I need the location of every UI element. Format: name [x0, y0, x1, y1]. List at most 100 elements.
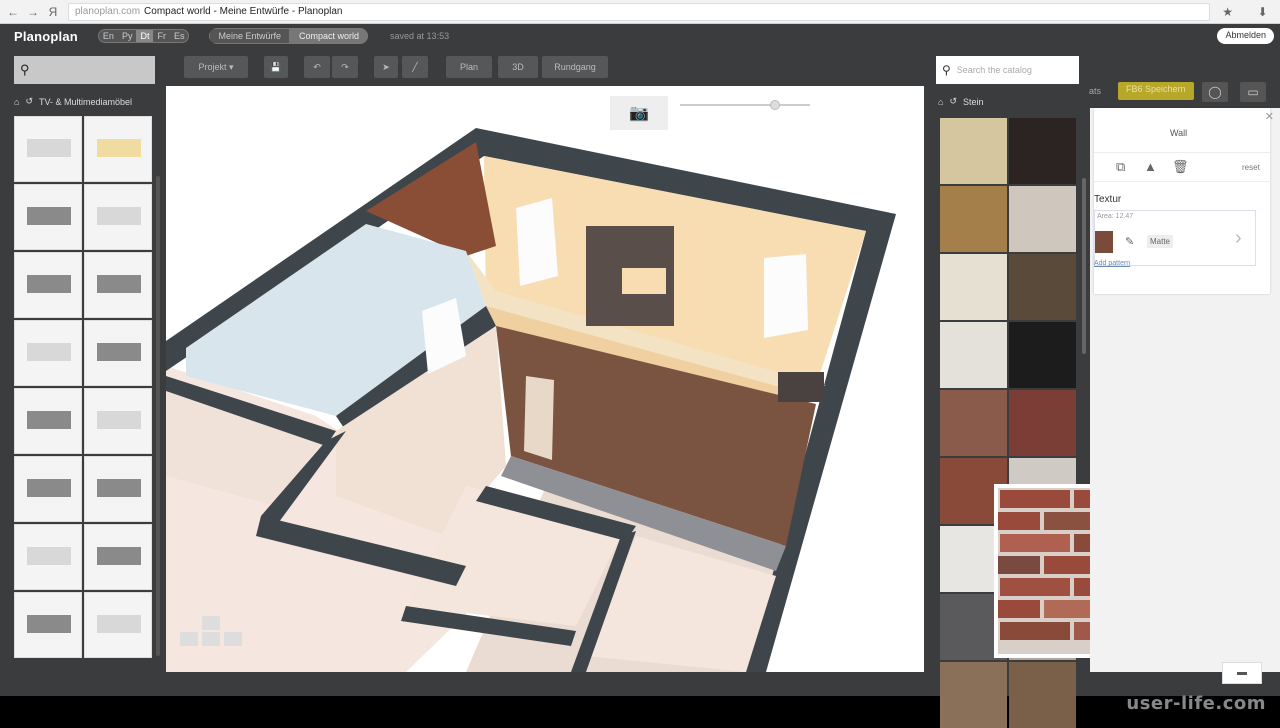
- nav-left-icon[interactable]: [180, 632, 198, 646]
- texture-swatch[interactable]: [940, 662, 1007, 728]
- furniture-item[interactable]: [84, 116, 152, 182]
- nav-right-icon[interactable]: [224, 632, 242, 646]
- furniture-thumbnail: [27, 207, 71, 225]
- nav-up-icon[interactable]: [202, 616, 220, 630]
- properties-close-icon[interactable]: ✕: [1265, 110, 1274, 123]
- texture-swatch[interactable]: [1009, 390, 1076, 456]
- texture-swatch[interactable]: [1009, 118, 1076, 184]
- properties-actions: ⧉ ▲ 🗑 reset: [1094, 152, 1270, 182]
- texture-swatch[interactable]: [940, 322, 1007, 388]
- furniture-item[interactable]: [84, 592, 152, 658]
- furniture-item[interactable]: [14, 456, 82, 522]
- ruler-icon[interactable]: ▬: [1222, 662, 1262, 684]
- plan-view-button[interactable]: Plan: [446, 56, 492, 78]
- project-menu-button[interactable]: Projekt ▾: [184, 56, 248, 78]
- logout-button[interactable]: Abmelden: [1217, 28, 1274, 44]
- redo-icon[interactable]: ↷: [332, 56, 358, 78]
- downloads-icon[interactable]: ⬇: [1258, 5, 1268, 19]
- texture-swatch[interactable]: [1009, 662, 1076, 728]
- save-icon[interactable]: 💾: [264, 56, 288, 78]
- furniture-thumbnail: [97, 139, 141, 157]
- breadcrumb-project[interactable]: Compact world: [290, 28, 368, 44]
- 3d-viewport[interactable]: 📷: [166, 86, 924, 672]
- facebook-save-button[interactable]: FB6 Speichern: [1118, 82, 1194, 100]
- furniture-item[interactable]: [84, 320, 152, 386]
- catalog-scrollbar[interactable]: [1082, 178, 1086, 354]
- delete-icon[interactable]: 🗑: [1172, 159, 1189, 175]
- furniture-item[interactable]: [14, 252, 82, 318]
- bookmark-star-icon[interactable]: ★: [1222, 5, 1233, 19]
- select-tool-icon[interactable]: ➤: [374, 56, 398, 78]
- object-properties-panel: ✕ Wall ⧉ ▲ 🗑 reset Textur Area: 12.47 ✎ …: [1090, 108, 1280, 672]
- fullscreen-icon[interactable]: ▭: [1240, 82, 1266, 102]
- plan-label: Plan: [460, 62, 478, 72]
- catalog-category-header: ⌂ ↺ Stein: [938, 96, 984, 107]
- furniture-item[interactable]: [84, 252, 152, 318]
- add-pattern-link[interactable]: Add pattern: [1094, 260, 1130, 267]
- back-icon[interactable]: ←: [6, 5, 20, 19]
- catalog-search-placeholder: Search the catalog: [957, 65, 1032, 75]
- catalog-back-icon[interactable]: ↺: [949, 96, 957, 107]
- furniture-scrollbar[interactable]: [156, 176, 160, 656]
- texture-swatch[interactable]: [940, 254, 1007, 320]
- chevron-right-icon[interactable]: ›: [1235, 227, 1242, 250]
- texture-swatch[interactable]: [940, 186, 1007, 252]
- furniture-panel: ⌂ ↺ TV- & Multimediamöbel: [0, 86, 166, 672]
- view-3d-button[interactable]: 3D: [498, 56, 538, 78]
- mirror-icon[interactable]: ▲: [1144, 159, 1157, 174]
- lang-fr[interactable]: Fr: [153, 30, 170, 42]
- furniture-thumbnail: [97, 479, 141, 497]
- texture-swatch[interactable]: [940, 390, 1007, 456]
- settings-circle-icon[interactable]: ◯: [1202, 82, 1228, 102]
- lang-ru[interactable]: Py: [118, 30, 137, 42]
- lang-de[interactable]: Dt: [136, 30, 153, 42]
- language-switcher[interactable]: En Py Dt Fr Es: [98, 29, 190, 43]
- texture-swatch[interactable]: [1009, 254, 1076, 320]
- texture-swatch[interactable]: [940, 118, 1007, 184]
- texture-row[interactable]: Area: 12.47 ✎ Matte ›: [1094, 210, 1256, 266]
- reset-button[interactable]: reset: [1242, 163, 1260, 172]
- lang-en[interactable]: En: [99, 30, 118, 42]
- breadcrumb: Meine Entwürfe Compact world: [209, 28, 368, 44]
- draw-wall-icon[interactable]: ╱: [402, 56, 428, 78]
- texture-swatch[interactable]: [1009, 322, 1076, 388]
- furniture-item[interactable]: [14, 116, 82, 182]
- texture-thumbnail[interactable]: [1095, 231, 1113, 253]
- furniture-item[interactable]: [14, 388, 82, 454]
- properties-title: Wall: [1170, 128, 1187, 138]
- catalog-home-icon[interactable]: ⌂: [938, 97, 943, 107]
- app-logo[interactable]: Planoplan: [14, 29, 78, 44]
- furniture-item[interactable]: [84, 184, 152, 250]
- screenshot-camera-button[interactable]: 📷: [610, 96, 668, 130]
- edit-pencil-icon[interactable]: ✎: [1125, 235, 1134, 248]
- furniture-item[interactable]: [84, 524, 152, 590]
- furniture-thumbnail: [27, 615, 71, 633]
- matte-button[interactable]: Matte: [1147, 235, 1173, 248]
- furniture-item[interactable]: [84, 456, 152, 522]
- texture-swatch[interactable]: [1009, 186, 1076, 252]
- furniture-item[interactable]: [14, 320, 82, 386]
- furniture-category-title: TV- & Multimediamöbel: [39, 97, 132, 107]
- forward-icon[interactable]: →: [26, 5, 40, 19]
- back-category-icon[interactable]: ↺: [25, 96, 33, 107]
- furniture-item[interactable]: [14, 524, 82, 590]
- furniture-search[interactable]: ⚲: [14, 56, 155, 84]
- catalog-search[interactable]: ⚲ Search the catalog: [936, 56, 1079, 84]
- furniture-item[interactable]: [84, 388, 152, 454]
- undo-icon[interactable]: ↶: [304, 56, 330, 78]
- nav-down-icon[interactable]: [202, 632, 220, 646]
- furniture-thumbnail: [97, 343, 141, 361]
- yandex-icon[interactable]: Я: [46, 5, 60, 19]
- zoom-slider-knob[interactable]: [770, 100, 780, 110]
- walkthrough-button[interactable]: Rundgang: [542, 56, 608, 78]
- furniture-category-header: ⌂ ↺ TV- & Multimediamöbel: [14, 96, 132, 107]
- wall-properties-box: ✕ Wall ⧉ ▲ 🗑 reset Textur Area: 12.47 ✎ …: [1094, 108, 1270, 294]
- copy-icon[interactable]: ⧉: [1116, 159, 1125, 175]
- breadcrumb-my-designs[interactable]: Meine Entwürfe: [209, 28, 290, 44]
- address-bar[interactable]: planoplan.com Compact world - Meine Entw…: [68, 3, 1210, 21]
- home-icon[interactable]: ⌂: [14, 97, 19, 107]
- furniture-item[interactable]: [14, 592, 82, 658]
- furniture-item[interactable]: [14, 184, 82, 250]
- lang-es[interactable]: Es: [170, 30, 189, 42]
- zoom-slider[interactable]: [680, 104, 810, 106]
